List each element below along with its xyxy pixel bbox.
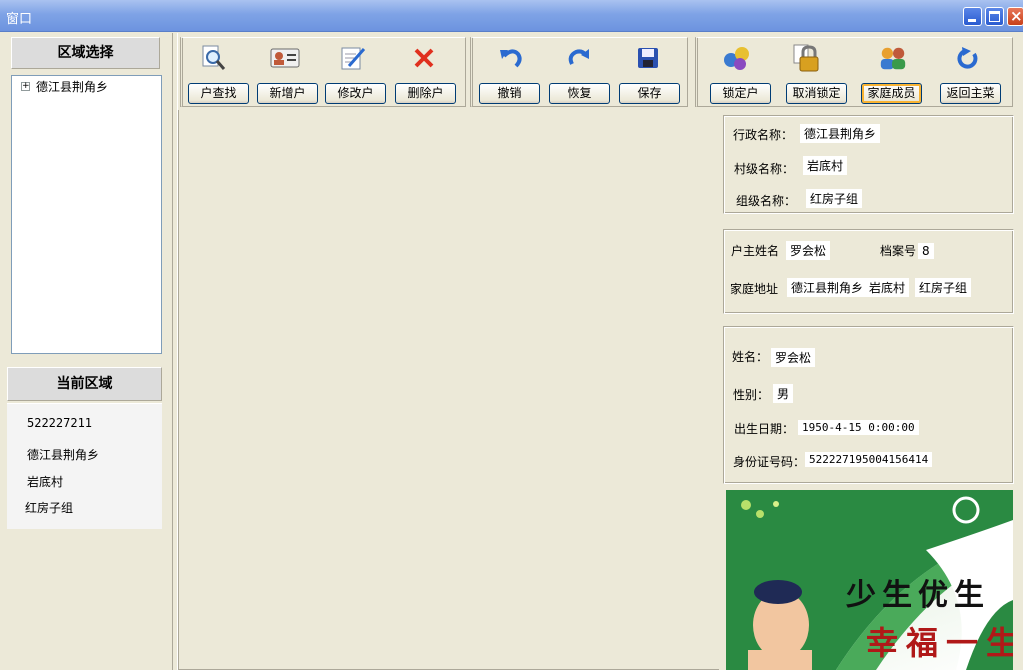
tree-node-label[interactable]: 德江县荆角乡 (36, 78, 108, 95)
toolbar-group-edit: 撤销 恢复 保存 (470, 37, 688, 107)
close-button[interactable]: × (1007, 7, 1023, 26)
region-tree[interactable]: + 德江县荆角乡 (11, 75, 162, 354)
redo-button[interactable]: 恢复 (549, 83, 610, 104)
delete-icon[interactable] (409, 44, 439, 72)
address-group-value: 红房子组 (915, 278, 972, 297)
region-select-header: 区域选择 (11, 37, 160, 69)
expand-icon[interactable]: + (21, 82, 30, 91)
tree-node-root[interactable]: + 德江县荆角乡 (21, 78, 108, 95)
return-main-menu-button[interactable]: 返回主菜 (940, 83, 1001, 104)
address-label: 家庭地址 (730, 282, 779, 296)
region-group: 红房子组 (25, 501, 74, 515)
person-name-label: 姓名： (732, 350, 769, 364)
birth-date-value: 1950-4-15 0:00:00 (798, 420, 919, 435)
find-household-button[interactable]: 户查找 (188, 83, 249, 104)
archive-number-label: 档案号 (880, 244, 917, 258)
undo-icon[interactable] (496, 44, 526, 72)
edit-icon[interactable] (338, 44, 368, 72)
unlock-icon[interactable] (791, 44, 821, 72)
current-region-header: 当前区域 (7, 367, 162, 401)
delete-household-button[interactable]: 删除户 (395, 83, 456, 104)
region-code: 522227211 (27, 416, 93, 430)
id-number-value: 522227195004156414 (805, 452, 933, 467)
address-township-value: 德江县荆角乡 (787, 278, 868, 297)
admin-name-label: 行政名称： (733, 128, 794, 142)
gender-value: 男 (773, 384, 794, 403)
add-household-button[interactable]: 新增户 (257, 83, 318, 104)
main-content-area (178, 110, 719, 670)
village-name-value: 岩底村 (803, 156, 848, 175)
group-name-label: 组级名称： (736, 194, 797, 208)
household-head-value: 罗会松 (786, 241, 831, 260)
maximize-button[interactable] (985, 7, 1004, 26)
save-icon[interactable] (633, 44, 663, 72)
poster-line1: 少生优生 (846, 578, 990, 613)
person-info-box: 姓名： 罗会松 性别： 男 出生日期： 1950-4-15 0:00:00 身份… (723, 326, 1014, 484)
admin-info-box: 行政名称： 德江县荆角乡 村级名称： 岩底村 组级名称： 红房子组 (723, 115, 1014, 214)
minimize-icon (968, 19, 976, 22)
return-icon[interactable] (953, 44, 983, 72)
save-button[interactable]: 保存 (619, 83, 680, 104)
poster-line2: 幸福一生 (866, 624, 1013, 662)
member-photo: 少生优生 幸福一生 (726, 490, 1013, 670)
person-name-value: 罗会松 (771, 348, 816, 367)
maximize-icon (989, 11, 1000, 22)
family-members-button[interactable]: 家庭成员 (861, 83, 922, 104)
title-bar: 窗口 × (0, 0, 1023, 32)
edit-household-button[interactable]: 修改户 (325, 83, 386, 104)
region-township: 德江县荆角乡 (27, 448, 100, 462)
region-village: 岩底村 (27, 475, 64, 489)
add-household-icon[interactable] (270, 44, 300, 72)
address-village-value: 岩底村 (865, 278, 910, 297)
redo-icon[interactable] (564, 44, 594, 72)
village-name-label: 村级名称： (734, 162, 795, 176)
window-title: 窗口 (6, 12, 33, 27)
family-members-icon[interactable] (878, 44, 908, 72)
lock-household-button[interactable]: 锁定户 (710, 83, 771, 104)
lock-household-icon[interactable] (722, 44, 752, 72)
birth-date-label: 出生日期： (734, 422, 795, 436)
unlock-button[interactable]: 取消锁定 (786, 83, 847, 104)
toolbar-group-household: 锁定户 取消锁定 家庭成员 返回主菜 (695, 37, 1013, 107)
close-icon: × (1010, 7, 1023, 25)
toolbar-group-records: 户查找 新增户 修改户 删除户 (180, 37, 466, 107)
minimize-button[interactable] (963, 7, 982, 26)
group-name-value: 红房子组 (806, 189, 863, 208)
gender-label: 性别： (733, 388, 770, 402)
household-info-box: 户主姓名 罗会松 档案号 8 家庭地址 德江县荆角乡 岩底村 红房子组 (723, 229, 1014, 314)
household-head-label: 户主姓名 (731, 244, 780, 258)
archive-number-value: 8 (918, 243, 934, 259)
id-number-label: 身份证号码： (733, 455, 806, 469)
undo-button[interactable]: 撤销 (479, 83, 540, 104)
search-icon[interactable] (199, 44, 229, 72)
admin-name-value: 德江县荆角乡 (800, 124, 881, 143)
current-region-panel: 522227211 德江县荆角乡 岩底村 红房子组 (7, 403, 162, 529)
